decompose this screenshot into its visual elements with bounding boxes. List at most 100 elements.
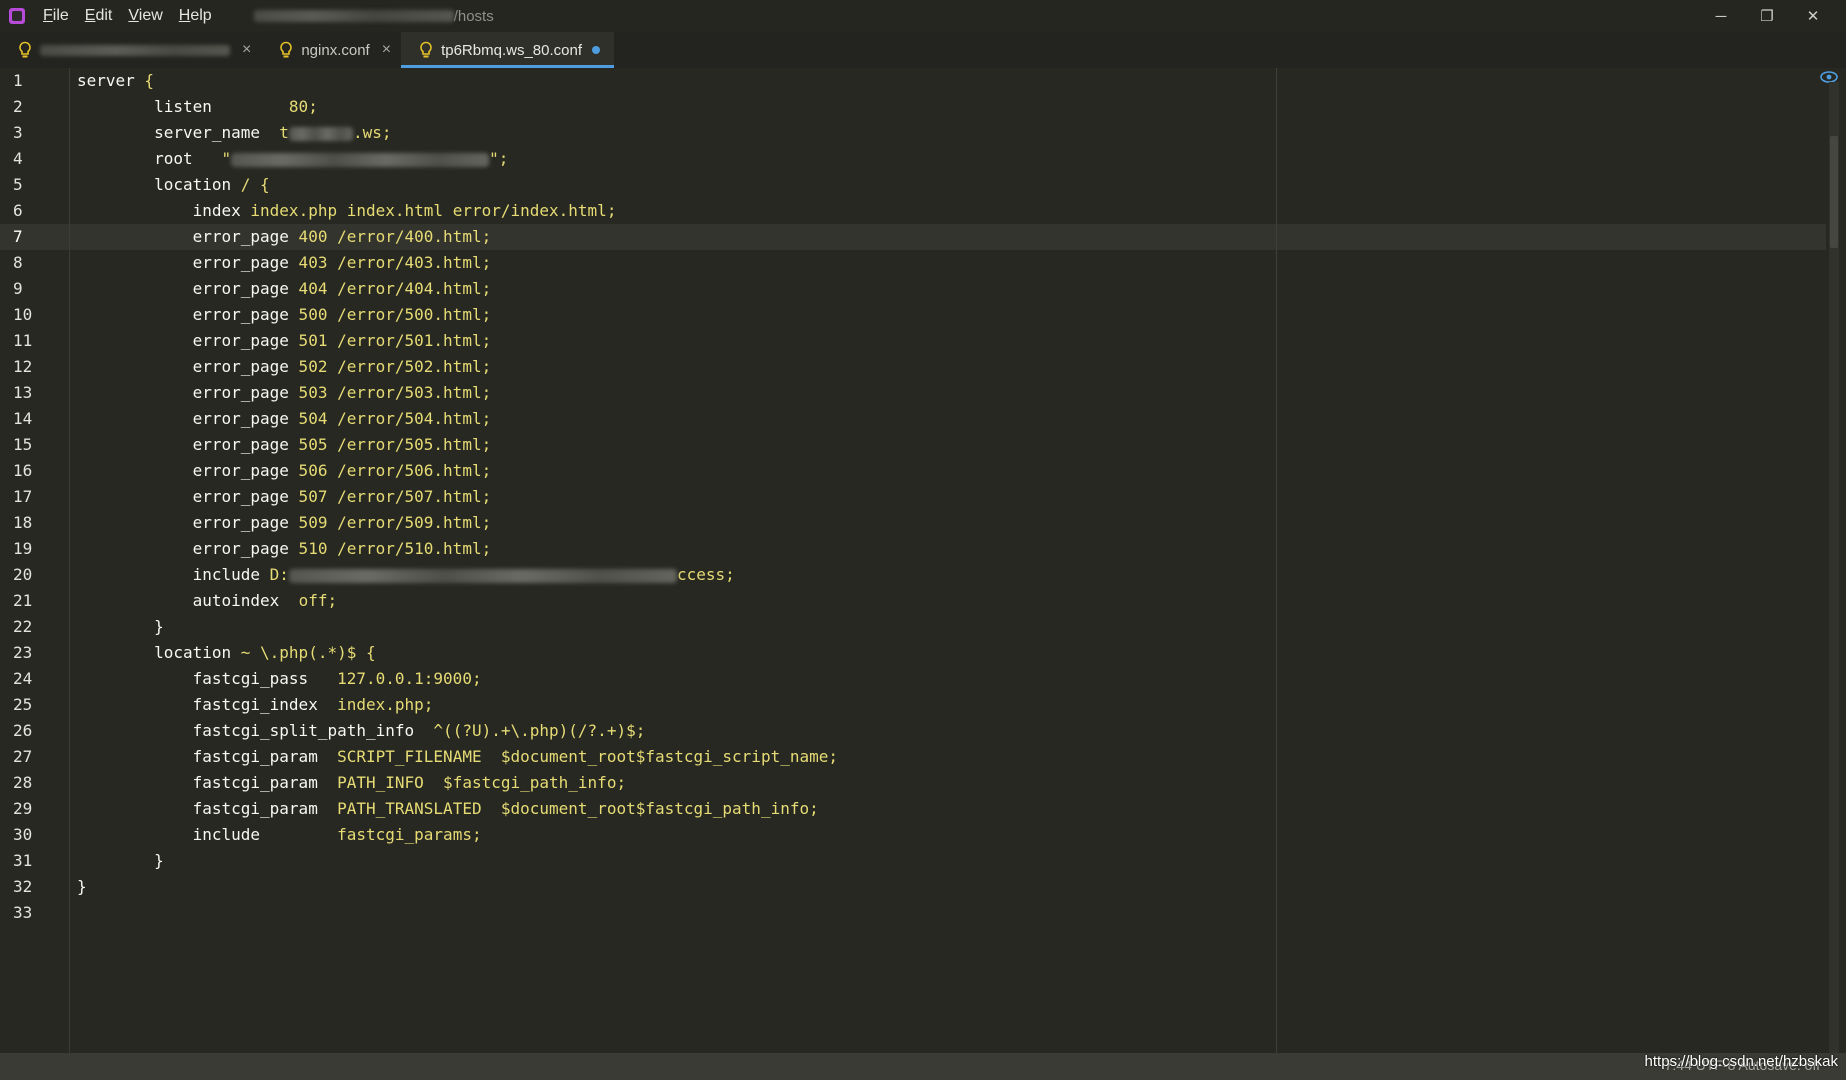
line-number: 28 (13, 773, 33, 792)
code-line[interactable]: 10 error_page 500 /error/500.html; (0, 302, 1826, 328)
line-number: 33 (13, 903, 33, 922)
directive: server_name (77, 123, 261, 142)
directive-value: / { (231, 175, 270, 194)
code-line[interactable]: 13 error_page 503 /error/503.html; (0, 380, 1826, 406)
editor-tab[interactable]: tp6Rbmq.ws_80.conf (401, 32, 614, 68)
status-bar: 7:44 UTF-8 Autosave: off https://blog.cs… (0, 1053, 1846, 1080)
directive-value: " (192, 149, 232, 168)
code-line[interactable]: 8 error_page 403 /error/403.html; (0, 250, 1826, 276)
line-number: 7 (13, 227, 23, 246)
code-line[interactable]: 15 error_page 505 /error/505.html; (0, 432, 1826, 458)
line-number: 2 (13, 97, 23, 116)
directive: index (77, 201, 241, 220)
line-source: server_name t .ws; (77, 120, 391, 146)
code-line[interactable]: 1 server { (0, 68, 1826, 94)
code-line[interactable]: 23 location ~ \.php(.*)$ { (0, 640, 1826, 666)
line-number: 9 (13, 279, 23, 298)
directive: include (77, 565, 261, 584)
code-line[interactable]: 5 location / { (0, 172, 1826, 198)
code-editor[interactable]: 1 server {2 listen 80; 3 server_name t .ws;… (0, 68, 1846, 1053)
gutter-divider (69, 68, 70, 1053)
line-source: } (77, 614, 164, 640)
line-number: 19 (13, 539, 33, 558)
code-line[interactable]: 32} (0, 874, 1826, 900)
window-title: /hosts (453, 7, 494, 25)
code-line[interactable]: 16 error_page 506 /error/506.html; (0, 458, 1826, 484)
code-line[interactable]: 20 include D: ccess; (0, 562, 1826, 588)
code-line[interactable]: 22 } (0, 614, 1826, 640)
code-line[interactable]: 19 error_page 510 /error/510.html; (0, 536, 1826, 562)
line-source: error_page 503 /error/503.html; (77, 380, 492, 406)
directive: fastcgi_param (77, 799, 318, 818)
line-number: 21 (13, 591, 33, 610)
code-line[interactable]: 27 fastcgi_param SCRIPT_FILENAME $docume… (0, 744, 1826, 770)
menu-item-view[interactable]: View (120, 0, 170, 32)
line-source: error_page 510 /error/510.html; (77, 536, 492, 562)
column-ruler (1276, 68, 1277, 1053)
directive-value: 507 /error/507.html; (288, 487, 492, 506)
directive-value: 500 /error/500.html; (288, 305, 492, 324)
code-line[interactable]: 4 root " "; (0, 146, 1826, 172)
tab-close-icon[interactable]: × (382, 41, 391, 59)
code-line[interactable]: 14 error_page 504 /error/504.html; (0, 406, 1826, 432)
directive-value: SCRIPT_FILENAME $document_root$fastcgi_s… (317, 747, 838, 766)
directive-value-tail: "; (489, 149, 509, 168)
directive: } (77, 851, 164, 870)
line-number: 24 (13, 669, 33, 688)
menu-item-file[interactable]: File (35, 0, 77, 32)
code-area[interactable]: 1 server {2 listen 80; 3 server_name t .ws;… (0, 68, 1826, 1053)
line-source: error_page 505 /error/505.html; (77, 432, 492, 458)
editor-tab[interactable]: × (0, 32, 261, 68)
directive: server (77, 71, 135, 90)
restore-button[interactable]: ❐ (1744, 0, 1790, 32)
code-line[interactable]: 31 } (0, 848, 1826, 874)
line-number: 8 (13, 253, 23, 272)
directive: autoindex (77, 591, 280, 610)
code-line[interactable]: 30 include fastcgi_params; (0, 822, 1826, 848)
code-line[interactable]: 7 error_page 400 /error/400.html; (0, 224, 1826, 250)
directive-value: index.php; (317, 695, 434, 714)
code-line[interactable]: 24 fastcgi_pass 127.0.0.1:9000; (0, 666, 1826, 692)
directive: fastcgi_index (77, 695, 318, 714)
menu-label: ile (52, 7, 69, 24)
menu-mnemonic: F (43, 7, 53, 24)
code-line[interactable]: 6 index index.php index.html error/index… (0, 198, 1826, 224)
minimize-button[interactable]: ─ (1698, 0, 1744, 32)
menu-label: elp (190, 7, 212, 24)
code-line[interactable]: 2 listen 80; (0, 94, 1826, 120)
code-line[interactable]: 33 (0, 900, 1826, 926)
directive: fastcgi_param (77, 773, 318, 792)
menu-item-edit[interactable]: Edit (77, 0, 121, 32)
code-line[interactable]: 17 error_page 507 /error/507.html; (0, 484, 1826, 510)
line-number: 32 (13, 877, 33, 896)
close-window-button[interactable]: ✕ (1790, 0, 1836, 32)
code-line[interactable]: 25 fastcgi_index index.php; (0, 692, 1826, 718)
line-number: 10 (13, 305, 33, 324)
directive-value: 504 /error/504.html; (288, 409, 492, 428)
line-number: 6 (13, 201, 23, 220)
scrollbar-thumb[interactable] (1830, 136, 1838, 248)
code-line[interactable]: 21 autoindex off; (0, 588, 1826, 614)
code-line[interactable]: 26 fastcgi_split_path_info ^((?U).+\.php… (0, 718, 1826, 744)
tab-bar: × nginx.conf × tp6Rbmq.ws_80.conf (0, 32, 1846, 68)
code-line[interactable]: 29 fastcgi_param PATH_TRANSLATED $docume… (0, 796, 1826, 822)
code-line[interactable]: 3 server_name t .ws; (0, 120, 1826, 146)
code-line[interactable]: 11 error_page 501 /error/501.html; (0, 328, 1826, 354)
directive: error_page (77, 383, 289, 402)
code-line[interactable]: 18 error_page 509 /error/509.html; (0, 510, 1826, 536)
editor-tab[interactable]: nginx.conf × (261, 32, 401, 68)
directive-value: 80; (211, 97, 318, 116)
directive-value: 509 /error/509.html; (288, 513, 492, 532)
code-line[interactable]: 9 error_page 404 /error/404.html; (0, 276, 1826, 302)
line-number: 29 (13, 799, 33, 818)
menu-item-help[interactable]: Help (171, 0, 220, 32)
tab-close-icon[interactable]: × (242, 41, 251, 59)
line-number: 12 (13, 357, 33, 376)
line-number: 17 (13, 487, 33, 506)
directive: error_page (77, 279, 289, 298)
directive-value-tail: .ws; (352, 123, 392, 142)
line-source: error_page 509 /error/509.html; (77, 510, 492, 536)
code-line[interactable]: 28 fastcgi_param PATH_INFO $fastcgi_path… (0, 770, 1826, 796)
code-line[interactable]: 12 error_page 502 /error/502.html; (0, 354, 1826, 380)
directive-value: 404 /error/404.html; (288, 279, 492, 298)
